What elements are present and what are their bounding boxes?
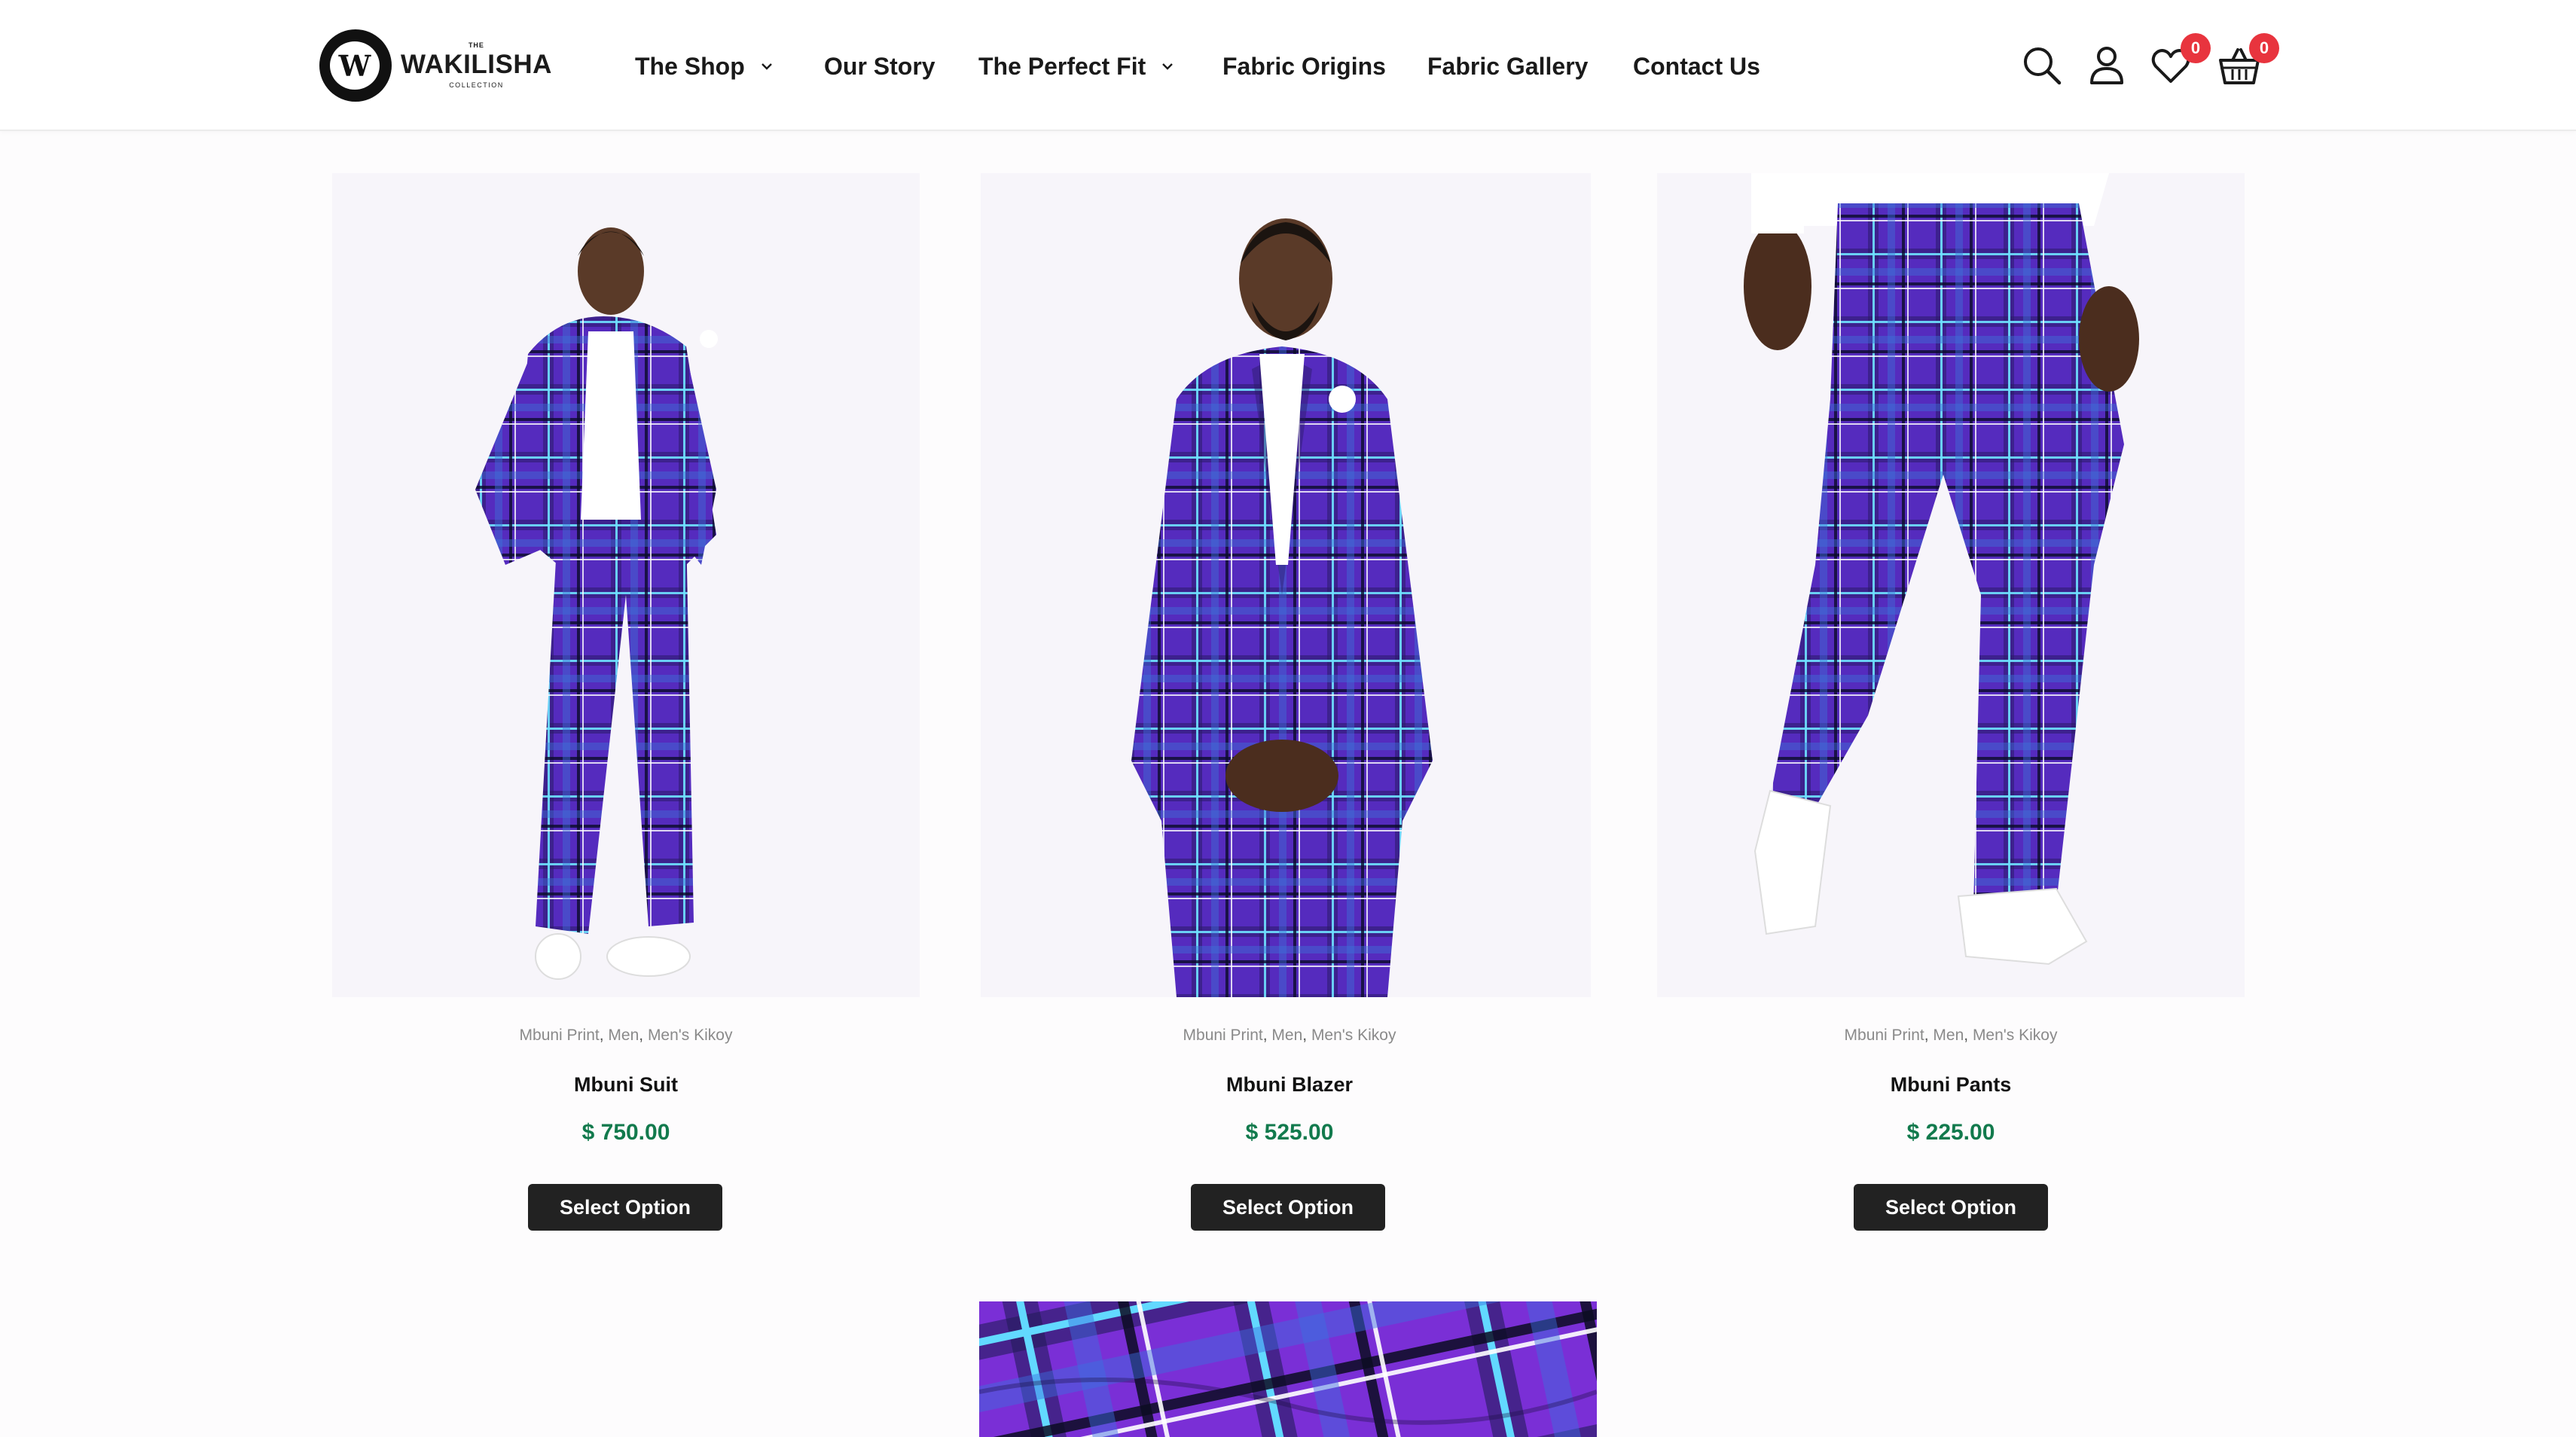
heart-icon[interactable]: 0 bbox=[2149, 33, 2211, 87]
logo-letter: W bbox=[330, 41, 380, 90]
site-logo[interactable]: W THE WAKILISHA COLLECTION bbox=[319, 29, 551, 102]
nav-item-fabric-gallery[interactable]: Fabric Gallery bbox=[1427, 51, 1588, 81]
category-link[interactable]: Mbuni Print bbox=[1183, 1027, 1263, 1044]
nav-item-the-perfect-fit[interactable]: The Perfect Fit bbox=[978, 51, 1174, 81]
product-price: $ 225.00 bbox=[1906, 1120, 1995, 1145]
category-link[interactable]: Mbuni Print bbox=[1845, 1027, 1924, 1044]
logo-mark: W bbox=[319, 29, 392, 102]
select-option-button[interactable]: Select Option bbox=[528, 1184, 722, 1231]
logo-collection: COLLECTION bbox=[449, 81, 504, 89]
nav-item-contact-us[interactable]: Contact Us bbox=[1633, 51, 1760, 81]
category-link[interactable]: Men bbox=[1933, 1027, 1964, 1044]
product-image[interactable] bbox=[1657, 173, 2245, 997]
nav-label: Fabric Origins bbox=[1222, 52, 1386, 80]
logo-the: THE bbox=[468, 41, 484, 49]
product-categories: Mbuni Print, Men, Men's Kikoy bbox=[519, 1027, 733, 1044]
product-title[interactable]: Mbuni Suit bbox=[317, 1073, 935, 1097]
nav-label: Contact Us bbox=[1633, 52, 1760, 80]
category-link[interactable]: Men's Kikoy bbox=[1973, 1027, 2058, 1044]
chevron-down-icon[interactable] bbox=[1161, 59, 1174, 73]
site-header: W THE WAKILISHA COLLECTION The Shop Our … bbox=[0, 0, 2576, 131]
wishlist-count-badge: 0 bbox=[2181, 33, 2211, 63]
select-option-button[interactable]: Select Option bbox=[1191, 1184, 1385, 1231]
nav-label: The Perfect Fit bbox=[978, 52, 1146, 80]
nav-item-the-shop[interactable]: The Shop bbox=[635, 51, 774, 81]
category-link[interactable]: Men bbox=[1271, 1027, 1302, 1044]
product-title[interactable]: Mbuni Pants bbox=[1642, 1073, 2260, 1097]
nav-item-our-story[interactable]: Our Story bbox=[824, 51, 935, 81]
select-option-button[interactable]: Select Option bbox=[1854, 1184, 2048, 1231]
basket-icon[interactable]: 0 bbox=[2217, 33, 2279, 87]
product-image[interactable] bbox=[981, 173, 1591, 997]
nav-label: Our Story bbox=[824, 52, 935, 80]
cart-count-badge: 0 bbox=[2249, 33, 2279, 63]
logo-wordmark: THE WAKILISHA COLLECTION bbox=[401, 42, 552, 89]
nav-label: Fabric Gallery bbox=[1427, 52, 1589, 80]
user-icon[interactable] bbox=[2085, 44, 2129, 87]
product-image-fabric[interactable] bbox=[979, 1301, 1597, 1437]
nav-item-fabric-origins[interactable]: Fabric Origins bbox=[1222, 51, 1386, 81]
category-link[interactable]: Mbuni Print bbox=[520, 1027, 600, 1044]
product-categories: Mbuni Print, Men, Men's Kikoy bbox=[1844, 1027, 2058, 1044]
product-categories: Mbuni Print, Men, Men's Kikoy bbox=[1183, 1027, 1396, 1044]
product-price: $ 525.00 bbox=[1245, 1120, 1334, 1145]
category-link[interactable]: Men's Kikoy bbox=[648, 1027, 733, 1044]
category-link[interactable]: Men's Kikoy bbox=[1311, 1027, 1396, 1044]
product-title[interactable]: Mbuni Blazer bbox=[981, 1073, 1598, 1097]
nav-label: The Shop bbox=[635, 52, 745, 80]
category-link[interactable]: Men bbox=[608, 1027, 639, 1044]
search-icon[interactable] bbox=[2020, 44, 2064, 87]
product-price: $ 750.00 bbox=[581, 1120, 670, 1145]
product-image[interactable] bbox=[332, 173, 920, 997]
chevron-down-icon[interactable] bbox=[760, 59, 774, 73]
logo-brand: WAKILISHA bbox=[401, 50, 552, 79]
